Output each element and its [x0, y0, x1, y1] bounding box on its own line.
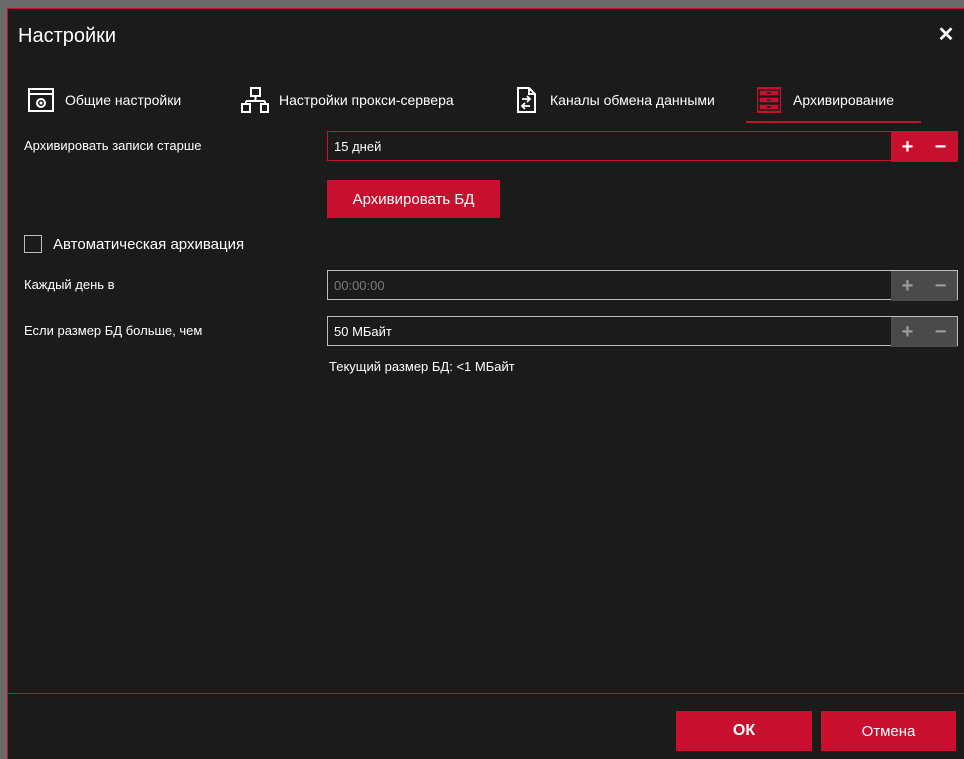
tab-channels-label: Каналы обмена данными: [550, 92, 715, 108]
archive-cabinet-icon: [754, 85, 784, 115]
tab-proxy-label: Настройки прокси-сервера: [279, 92, 454, 108]
tab-archiving[interactable]: Архивирование: [754, 77, 894, 123]
tab-proxy[interactable]: Настройки прокси-сервера: [240, 77, 454, 123]
tab-bar: Общие настройки Настройки прокси-сервера: [26, 77, 964, 123]
settings-dialog: Настройки ✕ Общие настройки Настройки пр…: [7, 8, 964, 759]
daily-time-input[interactable]: 00:00:00: [334, 271, 385, 301]
daily-time-label: Каждый день в: [24, 277, 115, 292]
archive-older-spinbox: 15 дней + −: [327, 131, 958, 162]
cancel-button[interactable]: Отмена: [821, 711, 956, 751]
tab-channels[interactable]: Каналы обмена данными: [511, 77, 715, 123]
tab-general[interactable]: Общие настройки: [26, 77, 181, 123]
archive-db-button[interactable]: Архивировать БД: [327, 180, 500, 218]
db-size-limit-label: Если размер БД больше, чем: [24, 323, 203, 338]
archive-older-input[interactable]: 15 дней: [334, 132, 381, 162]
current-db-size-text: Текущий размер БД: <1 МБайт: [329, 359, 515, 374]
daily-time-increment-button[interactable]: +: [891, 271, 924, 301]
auto-archive-label: Автоматическая архивация: [53, 235, 245, 253]
auto-archive-row[interactable]: Автоматическая архивация: [24, 233, 244, 255]
auto-archive-checkbox[interactable]: [24, 235, 42, 253]
archive-older-decrement-button[interactable]: −: [924, 132, 957, 162]
db-size-limit-input[interactable]: 50 МБайт: [334, 317, 392, 347]
db-size-limit-spinbox: 50 МБайт + −: [327, 316, 958, 347]
tab-archiving-label: Архивирование: [793, 92, 895, 108]
daily-time-buttons: + −: [891, 271, 957, 301]
db-size-limit-increment-button[interactable]: +: [891, 317, 924, 347]
tab-general-label: Общие настройки: [65, 92, 182, 108]
archive-older-label: Архивировать записи старше: [24, 138, 202, 153]
title-bar: Настройки ✕: [8, 9, 964, 65]
db-size-limit-buttons: + −: [891, 317, 957, 347]
db-size-limit-decrement-button[interactable]: −: [924, 317, 957, 347]
close-icon[interactable]: ✕: [934, 23, 958, 47]
settings-window-icon: [26, 85, 56, 115]
ok-button[interactable]: ОК: [676, 711, 812, 751]
archive-older-increment-button[interactable]: +: [891, 132, 924, 162]
daily-time-spinbox: 00:00:00 + −: [327, 270, 958, 301]
file-exchange-icon: [511, 85, 541, 115]
dialog-title: Настройки: [18, 25, 117, 47]
archive-older-buttons: + −: [891, 132, 957, 162]
daily-time-decrement-button[interactable]: −: [924, 271, 957, 301]
footer-divider: [8, 693, 964, 694]
active-tab-indicator: [746, 121, 921, 123]
network-icon: [240, 85, 270, 115]
